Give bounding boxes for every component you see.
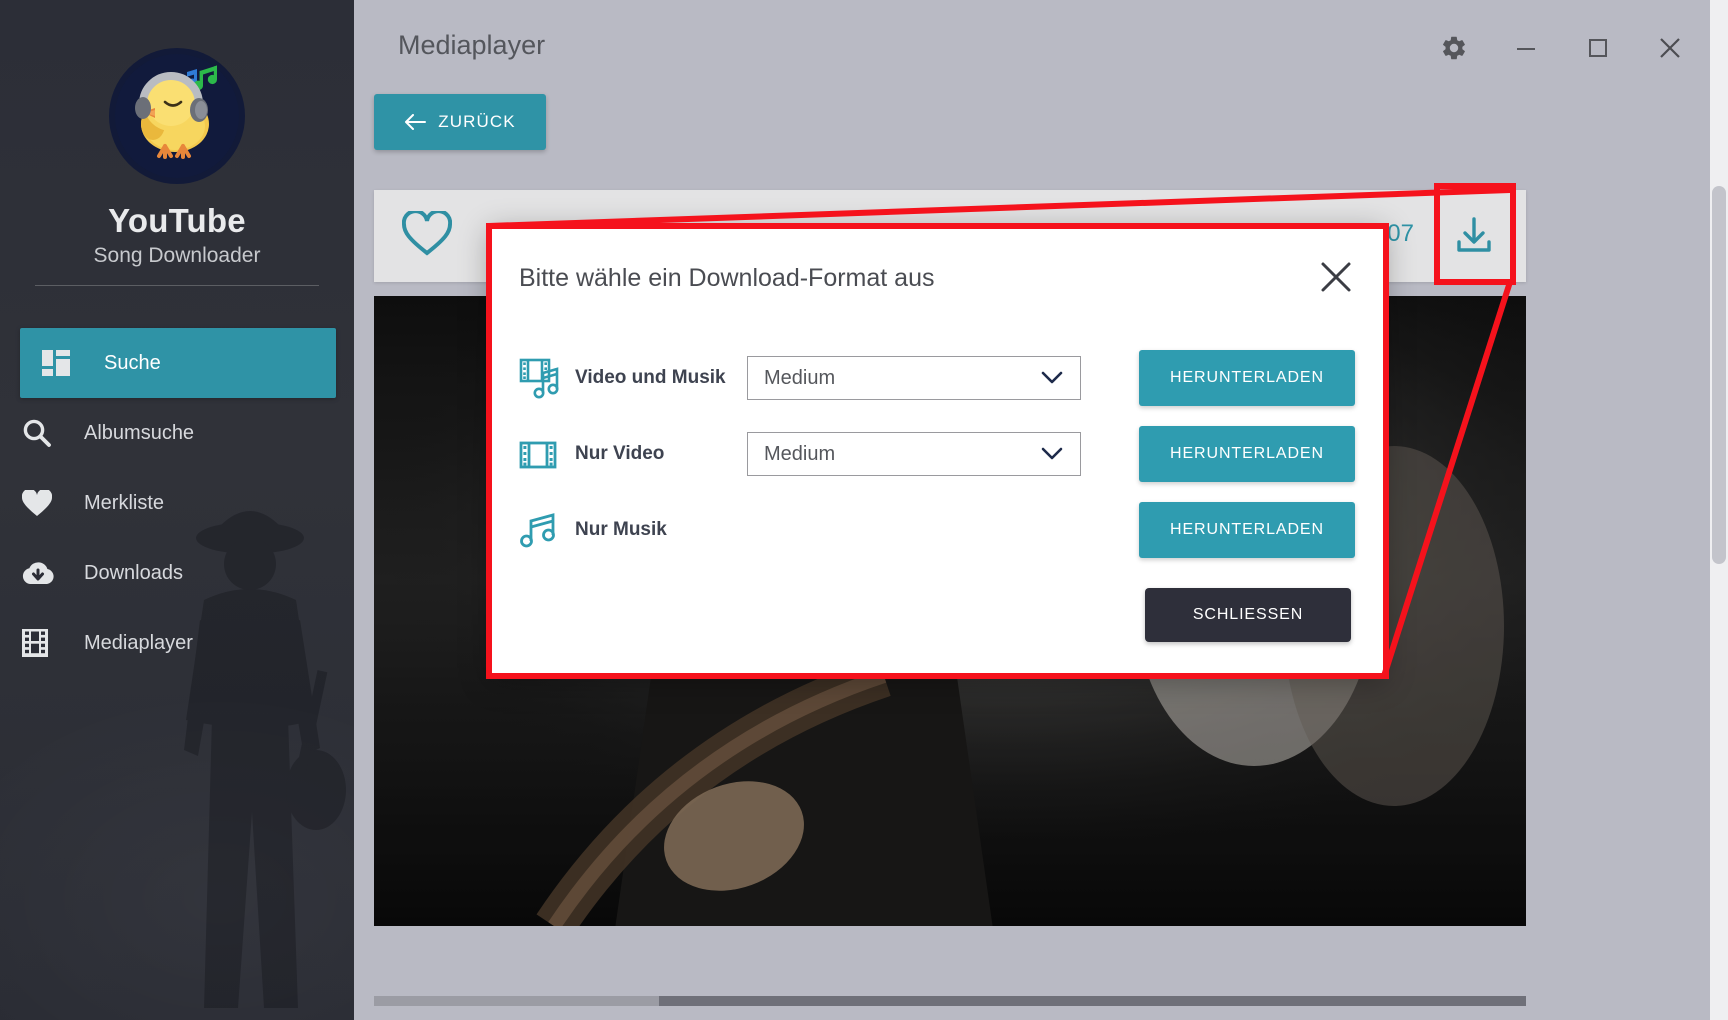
back-button[interactable]: ZURÜCK [374,94,546,150]
sidebar-nav: Suche Albumsuche Merkliste Downloads Med… [0,328,354,678]
sidebar: YouTube Song Downloader Suche Albumsuche… [0,0,354,1020]
download-button-nur-video[interactable]: HERUNTERLADEN [1139,426,1355,482]
cloud-download-icon [22,556,62,590]
download-icon[interactable] [1448,210,1500,262]
sidebar-item-suche[interactable]: Suche [20,328,336,398]
gear-icon[interactable] [1418,22,1490,74]
sidebar-item-mediaplayer[interactable]: Mediaplayer [0,608,354,678]
quality-select-video-und-musik[interactable]: Medium [747,356,1081,400]
quality-value: Medium [764,366,836,389]
sidebar-item-label: Albumsuche [84,421,195,444]
format-label: Video und Musik [575,367,726,388]
sidebar-item-label: Merkliste [84,491,165,514]
grid-icon [42,346,82,380]
brand-title: YouTube [108,202,246,239]
page-title: Mediaplayer [398,30,546,60]
main-scrollbar-vertical[interactable] [1710,0,1728,1020]
film-icon [519,431,575,477]
sidebar-item-albumsuche[interactable]: Albumsuche [0,398,354,468]
close-icon[interactable] [1313,254,1359,300]
heart-icon [22,486,62,520]
back-button-label: ZURÜCK [438,112,516,131]
download-format-dialog: Bitte wähle ein Download-Format aus Vide… [489,224,1385,676]
sidebar-item-merkliste[interactable]: Merkliste [0,468,354,538]
format-row-nur-video: Nur Video Medium HERUNTERLADEN [519,426,1355,482]
close-icon[interactable] [1634,22,1706,74]
film-icon [22,626,62,660]
minimize-icon[interactable] [1490,22,1562,74]
quality-value: Medium [764,442,836,465]
film-music-icon [519,355,575,401]
window-controls [1418,22,1706,74]
sidebar-item-label: Downloads [84,561,183,584]
maximize-icon[interactable] [1562,22,1634,74]
sidebar-item-downloads[interactable]: Downloads [0,538,354,608]
app-root: YouTube Song Downloader Suche Albumsuche… [0,0,1728,1020]
format-row-video-und-musik: Video und Musik Medium HERUNTERLADEN [519,350,1355,406]
arrow-left-icon [405,114,427,130]
format-row-nur-musik: Nur Musik HERUNTERLADEN [519,502,1355,558]
scrollbar-thumb[interactable] [374,996,659,1006]
dialog-title: Bitte wähle ein Download-Format aus [519,264,935,292]
sidebar-divider [35,285,319,286]
brand-block: YouTube Song Downloader [0,48,354,268]
sidebar-item-label: Mediaplayer [84,631,193,654]
sidebar-item-label: Suche [104,351,161,374]
video-scrollbar-horizontal[interactable] [374,996,1526,1006]
format-label: Nur Video [575,443,665,464]
chick-headphones-icon [115,54,239,178]
search-icon [22,416,62,450]
chevron-down-icon [1040,445,1064,469]
scrollbar-thumb[interactable] [1712,186,1726,564]
brand-subtitle: Song Downloader [93,244,261,267]
app-logo [109,48,245,184]
music-note-icon [519,507,575,553]
download-button-nur-musik[interactable]: HERUNTERLADEN [1139,502,1355,558]
title-bar: Mediaplayer [354,0,1728,96]
download-button-video-und-musik[interactable]: HERUNTERLADEN [1139,350,1355,406]
format-label: Nur Musik [575,519,667,540]
heart-outline-icon[interactable] [401,209,453,261]
quality-select-nur-video[interactable]: Medium [747,432,1081,476]
close-dialog-button[interactable]: SCHLIESSEN [1145,588,1351,642]
chevron-down-icon [1040,369,1064,393]
